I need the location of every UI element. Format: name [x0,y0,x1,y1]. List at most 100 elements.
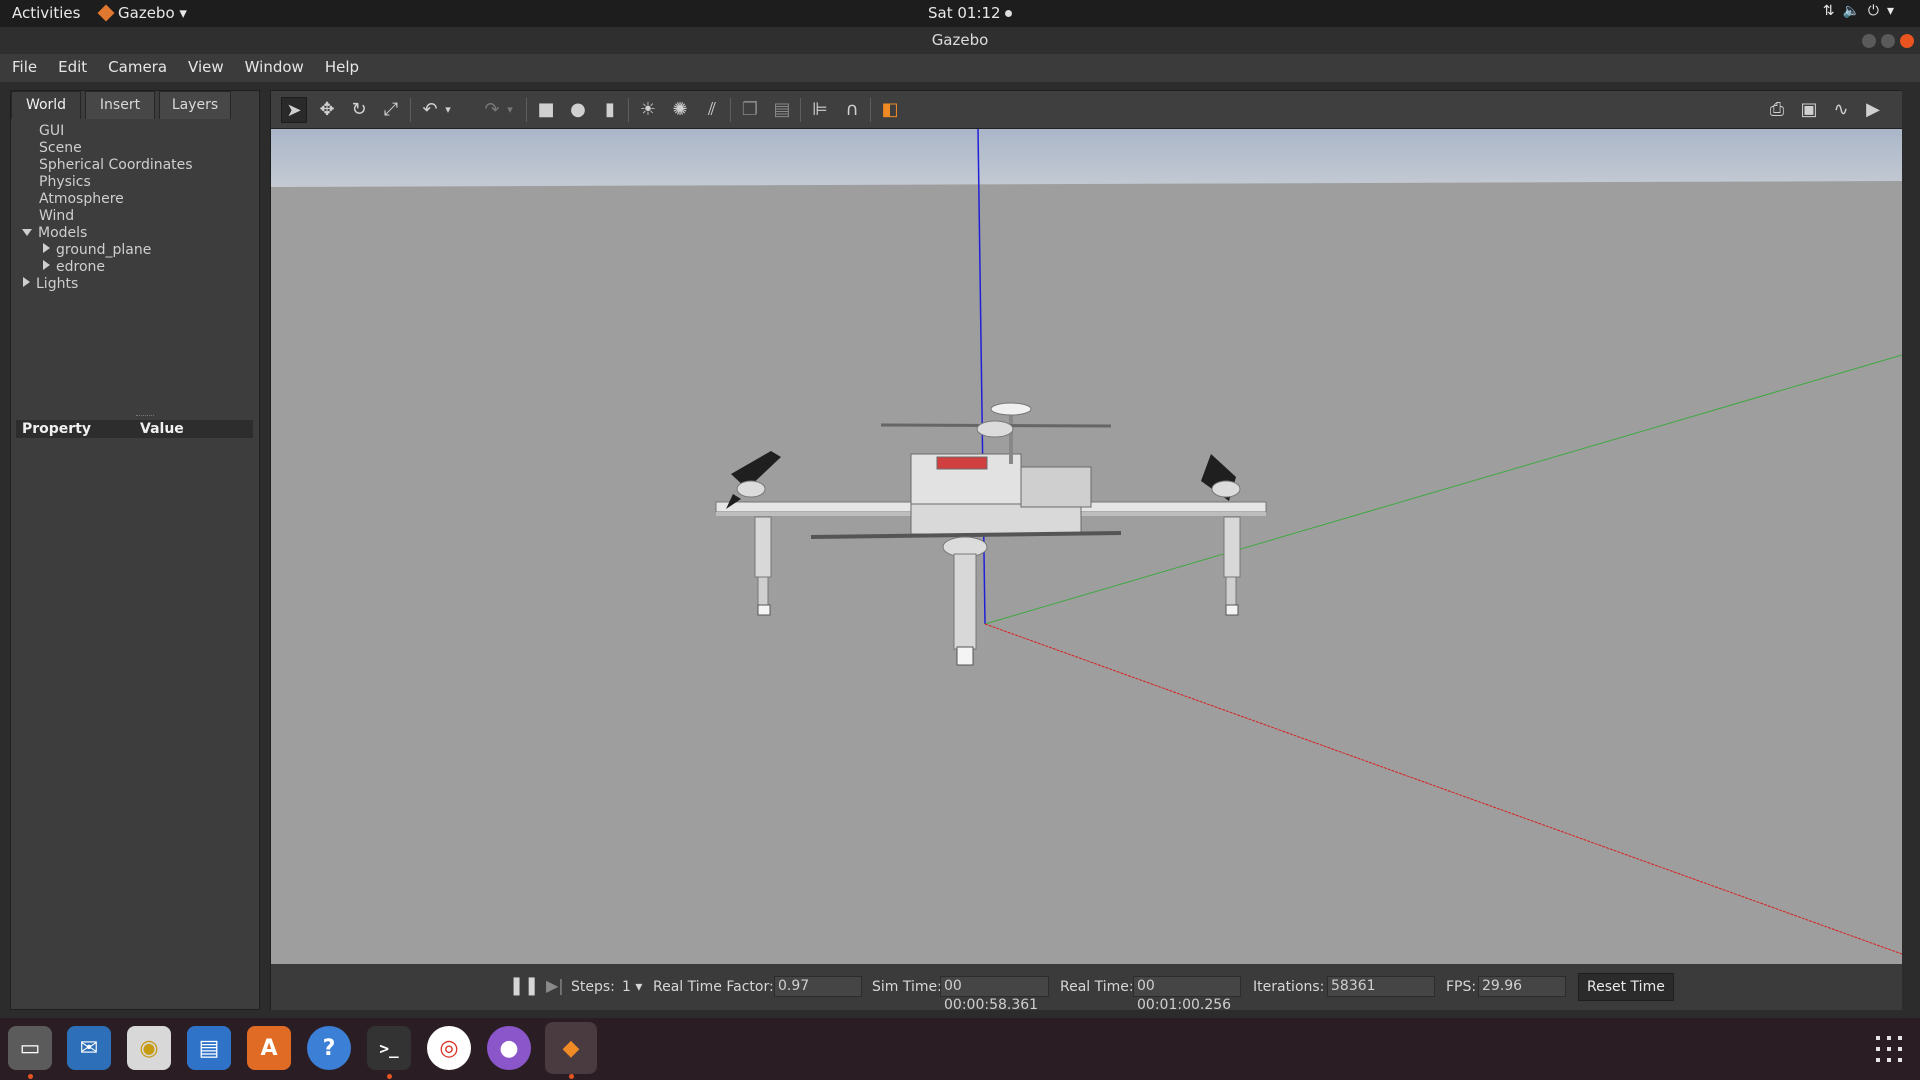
expanded-arrow-icon[interactable] [22,229,32,236]
files-icon[interactable]: ▭ [8,1026,52,1070]
tree-item-label: Spherical Coordinates [39,157,193,173]
menu-edit[interactable]: Edit [46,54,96,76]
menu-window[interactable]: Window [233,54,313,76]
terminal-icon[interactable]: >_ [367,1026,411,1070]
cylinder-shape-icon[interactable]: ▮ [597,97,623,123]
directional-light-icon[interactable]: ⫽ [699,97,725,123]
steps-label: Steps: [571,979,615,995]
3d-scene[interactable] [271,129,1902,964]
gazebo-icon[interactable]: ◆ [545,1022,597,1074]
box-shape-icon[interactable]: ■ [533,97,559,123]
volume-icon: 🔈 [1842,3,1868,19]
tree-item-physics[interactable]: Physics [11,174,261,191]
undo-icon[interactable]: ↶ [417,97,443,123]
tab-layers[interactable]: Layers [159,91,231,119]
motor-hub [736,480,766,498]
power-icon: ⏻ [1867,3,1887,19]
software-center-icon[interactable]: A [247,1026,291,1070]
pause-icon[interactable]: ❚❚ [509,975,539,996]
tree-item-lights[interactable]: Lights [11,276,261,293]
log-icon[interactable]: ▣ [1796,97,1822,123]
tree-item-atmosphere[interactable]: Atmosphere [11,191,261,208]
left-panel: World Insert Layers GUI Scene Spherical … [10,90,260,1010]
menu-view[interactable]: View [176,54,233,76]
system-top-bar: Activities Gazebo ▾ Sat 01:12 ⇅🔈⏻▾ [0,0,1920,27]
toolbar-separator [526,98,527,122]
chrome-icon[interactable]: ◎ [427,1026,471,1070]
landing-leg [953,553,977,650]
github-icon[interactable]: ● [487,1026,531,1070]
align-icon[interactable]: ⊫ [807,97,833,123]
landing-leg [1223,516,1241,578]
ground-plane [271,129,1902,964]
motor-hub [1211,480,1241,498]
tree-item-edrone[interactable]: edrone [11,259,261,276]
window-title-bar: Gazebo [0,27,1920,54]
close-button[interactable] [1900,34,1914,48]
snap-icon[interactable]: ∩ [839,97,865,123]
tab-insert[interactable]: Insert [85,91,155,119]
tree-item-scene[interactable]: Scene [11,140,261,157]
landing-leg [757,576,769,608]
writer-icon[interactable]: ▤ [187,1026,231,1070]
gps-antenna [990,402,1032,416]
landing-foot [757,604,771,616]
sim-time-field: 00 00:00:58.361 [940,976,1049,1013]
viewport-toolbar: ➤ ✥ ↻ ⤢ ↶ ▾ ↷ ▾ ■ ● ▮ ☀ ✺ ⫽ ❐ ▤ ⊫ ∩ ◧ ⎙ … [271,91,1902,129]
chevron-down-icon: ▾ [635,979,643,995]
notification-dot-icon [1004,10,1012,17]
plot-icon[interactable]: ∿ [1828,97,1854,123]
collapsed-arrow-icon[interactable] [43,243,50,253]
reset-time-button[interactable]: Reset Time [1578,973,1674,1001]
help-icon[interactable]: ? [307,1026,351,1070]
undo-dropdown-icon[interactable]: ▾ [441,97,455,123]
tree-item-gui[interactable]: GUI [11,123,261,140]
video-record-icon[interactable]: ▶ [1860,97,1886,123]
window-controls [1857,34,1914,52]
activities-button[interactable]: Activities [12,4,80,22]
select-mode-icon[interactable]: ➤ [281,97,307,123]
point-light-icon[interactable]: ☀ [635,97,661,123]
menu-help[interactable]: Help [313,54,368,76]
menu-file[interactable]: File [0,54,46,76]
toolbar-separator [800,98,801,122]
redo-dropdown-icon[interactable]: ▾ [503,97,517,123]
rhythmbox-icon[interactable]: ◉ [127,1026,171,1070]
fps-label: FPS: [1446,979,1477,995]
translate-mode-icon[interactable]: ✥ [314,97,340,123]
steps-value[interactable]: 1 ▾ [622,979,642,995]
show-applications-icon[interactable] [1876,1036,1902,1062]
redo-icon[interactable]: ↷ [479,97,505,123]
tree-item-spherical-coordinates[interactable]: Spherical Coordinates [11,157,261,174]
menu-camera[interactable]: Camera [96,54,176,76]
render-viewport[interactable]: ➤ ✥ ↻ ⤢ ↶ ▾ ↷ ▾ ■ ● ▮ ☀ ✺ ⫽ ❐ ▤ ⊫ ∩ ◧ ⎙ … [270,90,1902,1013]
view-angle-icon[interactable]: ◧ [877,97,903,123]
system-tray[interactable]: ⇅🔈⏻▾ [1823,3,1902,19]
step-icon[interactable]: ▶| [546,976,564,995]
clock[interactable]: Sat 01:12 [928,4,1012,22]
app-menu[interactable]: Gazebo ▾ [97,4,187,22]
spot-light-icon[interactable]: ✺ [667,97,693,123]
scale-mode-icon[interactable]: ⤢ [378,97,404,123]
maximize-button[interactable] [1881,34,1895,48]
tree-item-ground-plane[interactable]: ground_plane [11,242,261,259]
collapsed-arrow-icon[interactable] [43,260,50,270]
tree-item-wind[interactable]: Wind [11,208,261,225]
landing-leg [754,516,772,578]
screenshot-icon[interactable]: ⎙ [1764,97,1790,123]
chevron-down-icon: ▾ [1886,3,1902,19]
tab-world[interactable]: World [11,91,81,119]
rotate-mode-icon[interactable]: ↻ [346,97,372,123]
tree-item-label: Models [38,225,88,241]
panel-splitter-handle[interactable] [136,415,154,417]
thunderbird-icon[interactable]: ✉ [67,1026,111,1070]
collapsed-arrow-icon[interactable] [23,277,30,287]
dock: ▭ ✉ ◉ ▤ A ? >_ ◎ ● ◆ [0,1018,1920,1080]
toolbar-separator [870,98,871,122]
paste-icon[interactable]: ▤ [769,97,795,123]
toolbar-separator [410,98,411,122]
tree-item-models[interactable]: Models [11,225,261,242]
copy-icon[interactable]: ❐ [737,97,763,123]
minimize-button[interactable] [1862,34,1876,48]
sphere-shape-icon[interactable]: ● [565,97,591,123]
